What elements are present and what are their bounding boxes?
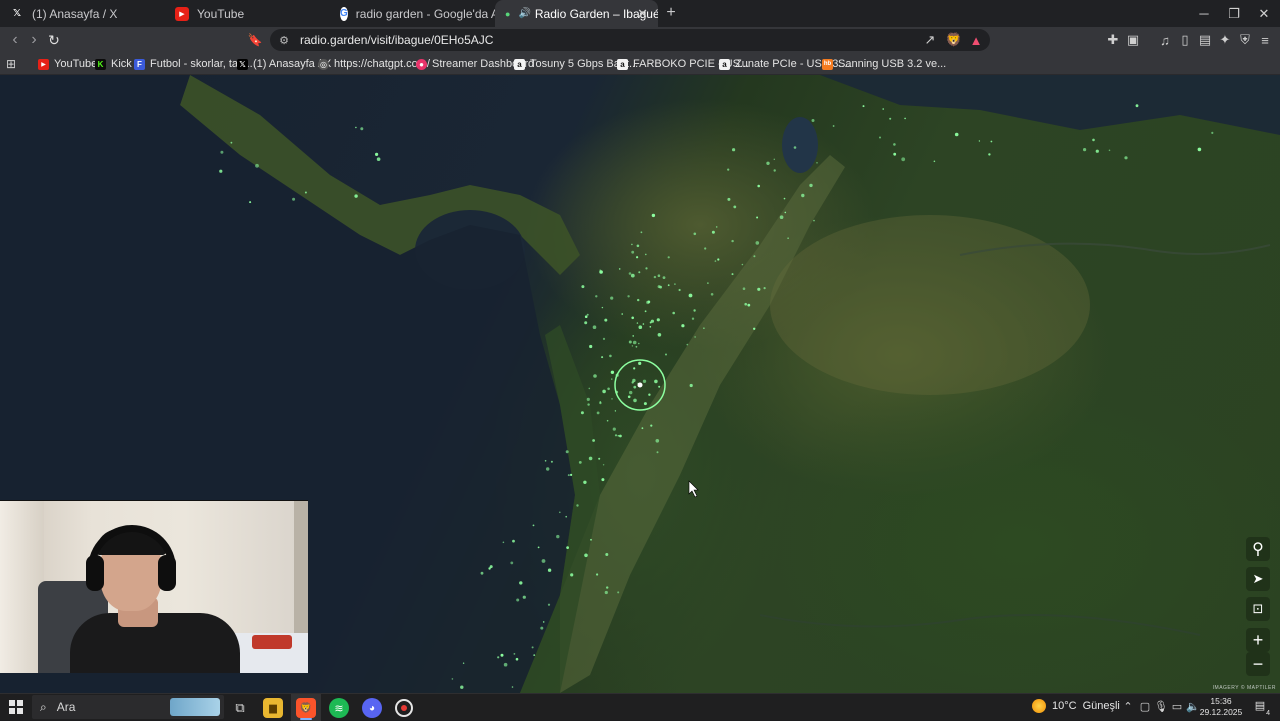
tab-close-icon[interactable]: ✕ bbox=[637, 6, 648, 22]
reload-icon: ↻ bbox=[48, 31, 60, 48]
x-logo-icon: 𝕏 bbox=[12, 8, 22, 19]
weather-widget[interactable]: 10°C Güneşli bbox=[1032, 699, 1120, 713]
discord-icon[interactable]: ◕ bbox=[362, 698, 382, 718]
zoom-out-button[interactable]: − bbox=[1246, 652, 1270, 676]
bookmark-item[interactable]: ▶ YouTube bbox=[38, 56, 97, 72]
tab-google-search[interactable]: G radio garden - Google'da Ara bbox=[330, 0, 495, 27]
door bbox=[294, 501, 308, 641]
notification-icon[interactable]: ▤ 4 bbox=[1252, 699, 1270, 717]
tab-youtube[interactable]: ▶ YouTube bbox=[165, 0, 330, 27]
sun-icon bbox=[1032, 699, 1046, 713]
hb-icon: hb bbox=[822, 58, 833, 70]
vpn-icon[interactable]: ⛨ bbox=[1237, 32, 1253, 48]
bookmark-page-button[interactable]: 🔖 bbox=[246, 31, 264, 49]
locate-icon[interactable]: ➤ bbox=[1246, 567, 1270, 591]
tab-label: YouTube bbox=[197, 6, 245, 21]
taskbar-search[interactable]: ⌕ Ara bbox=[32, 695, 224, 719]
lock-icon[interactable]: ⊡ bbox=[1246, 597, 1270, 621]
network-icon[interactable]: ▭ bbox=[1170, 700, 1184, 713]
headphone-right bbox=[158, 555, 176, 591]
sidebar-icon[interactable]: ▯ bbox=[1177, 32, 1193, 48]
google-icon: G bbox=[340, 6, 348, 21]
forward-button[interactable]: › bbox=[25, 31, 43, 49]
windows-start-icon[interactable] bbox=[9, 700, 23, 714]
kick-icon: K bbox=[95, 58, 106, 70]
media-icon[interactable]: ♫ bbox=[1157, 32, 1173, 48]
bookmark-label: Kick bbox=[111, 58, 132, 70]
site-info-icon[interactable]: ⚙ bbox=[276, 34, 292, 47]
bookmark-item[interactable]: F Futbol - skorlar, tak... bbox=[134, 56, 253, 72]
close-window-button[interactable]: ✕ bbox=[1248, 0, 1280, 27]
search-highlight-image bbox=[170, 698, 220, 716]
zoom-in-button[interactable]: + bbox=[1246, 628, 1270, 652]
extensions-icon[interactable]: ✚ bbox=[1105, 32, 1121, 48]
obs-icon[interactable] bbox=[395, 699, 413, 717]
youtube-icon: ▶ bbox=[175, 6, 189, 21]
clock-date: 29.12.2025 bbox=[1199, 707, 1243, 717]
bookmark-label: YouTube bbox=[54, 58, 98, 70]
bookmarks-bar: ⊞ ▶ YouTube K Kick F Futbol - skorlar, tak.… bbox=[0, 53, 1280, 75]
bookmark-item[interactable]: hb Sanning USB 3.2 ve... bbox=[822, 56, 946, 72]
webcam-overlay bbox=[0, 500, 308, 673]
tab-x[interactable]: 𝕏 (1) Anasayfa / X bbox=[0, 0, 165, 27]
apps-grid-icon[interactable]: ⊞ bbox=[6, 56, 16, 72]
url-text: radio.garden/visit/ibague/0EHo5AJC bbox=[300, 33, 494, 47]
bookmark-icon: 🔖 bbox=[247, 33, 263, 47]
clock-time: 15:36 bbox=[1210, 696, 1232, 706]
new-tab-button[interactable]: + bbox=[662, 4, 680, 22]
search-placeholder: Ara bbox=[56, 700, 76, 714]
futbol-icon: F bbox=[134, 58, 145, 70]
spotify-icon[interactable]: ≋ bbox=[329, 698, 349, 718]
amazon-icon: a bbox=[514, 58, 525, 70]
bookmark-item[interactable]: ◎ https://chatgpt.com/ bbox=[318, 56, 430, 72]
brave-browser-icon[interactable]: 🦁 bbox=[296, 698, 316, 718]
tab-label: radio garden - Google'da Ara bbox=[355, 6, 495, 21]
chatgpt-icon: ◎ bbox=[318, 58, 329, 70]
x-logo-icon: 𝕏 bbox=[237, 58, 248, 70]
restore-button[interactable]: ❐ bbox=[1218, 0, 1250, 27]
minimize-button[interactable]: ─ bbox=[1188, 0, 1220, 27]
menu-icon[interactable]: ≡ bbox=[1257, 32, 1273, 48]
leo-ai-icon[interactable]: ✦ bbox=[1217, 32, 1233, 48]
brave-rewards-icon[interactable]: ▲ bbox=[968, 32, 984, 48]
back-arrow-icon: ‹ bbox=[12, 31, 18, 48]
share-icon[interactable]: ↗ bbox=[922, 32, 938, 48]
address-bar[interactable]: ⚙ radio.garden/visit/ibague/0EHo5AJC bbox=[270, 29, 990, 51]
bookmark-item[interactable]: K Kick bbox=[95, 56, 132, 72]
amazon-icon: a bbox=[617, 58, 628, 70]
back-button[interactable]: ‹ bbox=[6, 31, 24, 49]
bookmark-label: Sanning USB 3.2 ve... bbox=[838, 58, 947, 70]
chevron-up-icon[interactable]: ⌃ bbox=[1121, 700, 1135, 713]
reload-button[interactable]: ↻ bbox=[45, 31, 63, 49]
system-clock[interactable]: 15:36 29.12.2025 bbox=[1198, 696, 1244, 718]
task-view-icon[interactable]: ⧉ bbox=[230, 698, 250, 718]
speaker-icon: 🔊 bbox=[518, 8, 531, 19]
weather-condition: Güneşli bbox=[1082, 700, 1120, 712]
microphone-icon[interactable]: 🎙 bbox=[1154, 700, 1168, 713]
screenshot-icon[interactable]: ▣ bbox=[1125, 32, 1141, 48]
weather-temp: 10°C bbox=[1052, 700, 1077, 712]
search-icon: ⌕ bbox=[40, 699, 47, 714]
notification-count: 4 bbox=[1266, 710, 1270, 717]
wallet-icon[interactable]: ▤ bbox=[1197, 32, 1213, 48]
tab-label: (1) Anasayfa / X bbox=[32, 6, 118, 21]
forward-arrow-icon: › bbox=[31, 31, 37, 48]
tab-strip: 𝕏 (1) Anasayfa / X ▶ YouTube G radio gar… bbox=[0, 0, 1280, 27]
windows-taskbar: ⌕ Ara ⧉ ▆ 🦁 ≋ ◕ 10°C Güneşli ⌃ ▢ 🎙 ▭ 🔈 1… bbox=[0, 693, 1280, 721]
headphone-left bbox=[86, 555, 104, 591]
tab-radio-garden[interactable]: ● 🔊 Radio Garden – Ibagué ✕ bbox=[495, 0, 658, 27]
youtube-icon: ▶ bbox=[38, 58, 49, 70]
map-attribution: IMAGERY © MAPTILER bbox=[1212, 685, 1276, 691]
amazon-icon: a bbox=[719, 58, 730, 70]
red-cloth bbox=[252, 635, 292, 649]
tray-app-icon[interactable]: ▢ bbox=[1138, 700, 1152, 713]
file-explorer-icon[interactable]: ▆ bbox=[263, 698, 283, 718]
brave-shields-icon[interactable]: 🦁 bbox=[946, 32, 962, 48]
streamer-icon: ● bbox=[416, 58, 427, 70]
explore-icon[interactable]: ⚲ bbox=[1246, 537, 1270, 561]
radio-garden-icon: ● bbox=[505, 8, 511, 19]
browser-toolbar: ‹ › ↻ 🔖 ⚙ radio.garden/visit/ibague/0EHo… bbox=[0, 27, 1280, 53]
